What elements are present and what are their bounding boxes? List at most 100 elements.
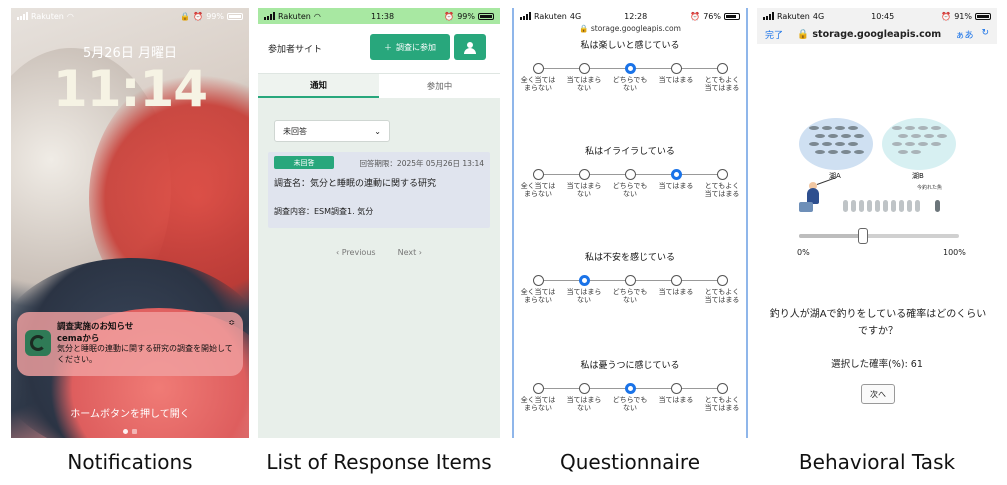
signal-icon bbox=[763, 12, 774, 20]
radio-button[interactable] bbox=[578, 275, 590, 286]
fish-icon bbox=[854, 150, 864, 154]
fish-icon bbox=[911, 134, 921, 138]
notification-card[interactable]: 調査実施のお知らせ cemaから 気分と睡眠の連動に関する研究の調査を開始してく… bbox=[17, 312, 243, 376]
option-label: 当てはまら ない bbox=[564, 288, 604, 304]
status-badge: 未回答 bbox=[274, 156, 334, 169]
caption-questionnaire: Questionnaire bbox=[559, 450, 701, 474]
radio-button[interactable] bbox=[670, 383, 682, 394]
radio-button[interactable] bbox=[578, 383, 590, 394]
behavioral-task-screen: Rakuten 4G 10:45 ⏰ 91% 完了 🔒 storage.goog… bbox=[757, 8, 997, 438]
url-bar[interactable]: 🔒 storage.googleapis.com bbox=[514, 24, 746, 34]
radio-button[interactable] bbox=[670, 275, 682, 286]
battery-icon bbox=[227, 12, 243, 20]
likert-option[interactable]: 当てはまる bbox=[656, 275, 696, 296]
likert-option[interactable]: 当てはまる bbox=[656, 169, 696, 190]
join-survey-button[interactable]: ＋ 調査に参加 bbox=[370, 34, 450, 60]
fish-icon bbox=[854, 134, 864, 138]
next-button[interactable]: Next › bbox=[398, 248, 422, 257]
likert-option[interactable]: 当てはまら ない bbox=[564, 275, 604, 304]
radio-button[interactable] bbox=[624, 275, 636, 286]
option-label-line: 当てはまる bbox=[704, 404, 740, 412]
option-label-line: 当てはまる bbox=[704, 84, 740, 92]
text-size-button[interactable]: ぁあ bbox=[955, 28, 973, 41]
option-label: 当てはまる bbox=[656, 182, 696, 190]
fish-icon bbox=[835, 126, 845, 130]
user-icon-body bbox=[464, 48, 476, 54]
option-label: 当てはまる bbox=[656, 76, 696, 84]
option-label-line: 当てはまる bbox=[704, 190, 740, 198]
likert-option[interactable]: 当てはまる bbox=[656, 63, 696, 84]
likert-option[interactable]: とてもよく 当てはまる bbox=[702, 275, 742, 304]
likert-option[interactable]: どちらでも ない bbox=[610, 275, 650, 304]
tab-participating[interactable]: 参加中 bbox=[379, 74, 500, 98]
option-label-line: ない bbox=[577, 190, 591, 198]
radio-button[interactable] bbox=[532, 275, 544, 286]
radio-button[interactable] bbox=[716, 383, 728, 394]
option-label-line: 全く当ては bbox=[520, 182, 556, 190]
alarm-icon: ⏰ bbox=[690, 11, 701, 21]
radio-button[interactable] bbox=[578, 63, 590, 74]
option-label-line: 当てはまら bbox=[566, 288, 602, 296]
fish-icon bbox=[841, 150, 851, 154]
likert-option[interactable]: 全く当ては まらない bbox=[518, 169, 558, 198]
lock-time: 11:14 bbox=[52, 60, 208, 118]
radio-button[interactable] bbox=[624, 169, 636, 180]
radio-button[interactable] bbox=[716, 63, 728, 74]
likert-option[interactable]: 全く当ては まらない bbox=[518, 63, 558, 92]
url-bar[interactable]: 🔒 storage.googleapis.com bbox=[797, 29, 941, 40]
likert-option[interactable]: 当てはまる bbox=[656, 383, 696, 404]
survey-card[interactable]: 未回答 回答期限：2025年 05月26日 13:14 調査名：気分と睡眠の連動… bbox=[268, 152, 490, 228]
likert-option[interactable]: 全く当ては まらない bbox=[518, 275, 558, 304]
status-filter-select[interactable]: 未回答 ⌄ bbox=[274, 120, 390, 142]
likert-option[interactable]: どちらでも ない bbox=[610, 383, 650, 412]
status-bar: Rakuten 4G 10:45 ⏰ 91% bbox=[757, 8, 997, 24]
likert-scale: 全く当ては まらない 当てはまら ない どちらでも ない 当てはまる とてもよく 当てはまる bbox=[514, 63, 746, 103]
likert-option[interactable]: とてもよく 当てはまる bbox=[702, 169, 742, 198]
likert-option[interactable]: とてもよく 当てはまる bbox=[702, 63, 742, 92]
probability-slider[interactable] bbox=[799, 228, 959, 244]
radio-button[interactable] bbox=[716, 169, 728, 180]
network-label: 4G bbox=[569, 11, 582, 21]
likert-option[interactable]: とてもよく 当てはまる bbox=[702, 383, 742, 412]
reload-icon[interactable]: ↻ bbox=[981, 28, 989, 41]
fish-icon bbox=[931, 142, 941, 146]
option-label-line: ない bbox=[623, 404, 637, 412]
likert-option[interactable]: 当てはまら ない bbox=[564, 63, 604, 92]
lock-date: 5月26日 月曜日 bbox=[83, 46, 177, 61]
likert-option[interactable]: 全く当ては まらない bbox=[518, 383, 558, 412]
option-label-line: 当てはまら bbox=[566, 182, 602, 190]
tab-notifications[interactable]: 通知 bbox=[258, 74, 379, 98]
fish-icon bbox=[931, 126, 941, 130]
radio-button[interactable] bbox=[624, 383, 636, 394]
radio-button[interactable] bbox=[532, 63, 544, 74]
likert-option[interactable]: どちらでも ない bbox=[610, 63, 650, 92]
option-label-line: 当てはまる bbox=[658, 76, 694, 84]
user-button[interactable] bbox=[454, 34, 486, 60]
home-hint: ホームボタンを押して開く bbox=[70, 409, 190, 420]
question-item: 私は楽しいと感じている 全く当ては まらない 当てはまら ない どちらでも ない 当てはまると… bbox=[514, 38, 746, 103]
signal-icon bbox=[520, 12, 531, 20]
selected-probability: 選択した確率(%): 61 bbox=[831, 359, 923, 370]
likert-option[interactable]: 当てはまら ない bbox=[564, 383, 604, 412]
join-survey-label: 調査に参加 bbox=[396, 42, 436, 52]
radio-button[interactable] bbox=[532, 383, 544, 394]
radio-button[interactable] bbox=[532, 169, 544, 180]
previous-button[interactable]: ‹ Previous bbox=[336, 248, 376, 257]
option-label: とてもよく 当てはまる bbox=[702, 396, 742, 412]
radio-button[interactable] bbox=[670, 169, 682, 180]
fish-icon bbox=[905, 126, 915, 130]
option-label: どちらでも ない bbox=[610, 182, 650, 198]
radio-button[interactable] bbox=[624, 63, 636, 74]
site-title: 参加者サイト bbox=[268, 45, 323, 55]
next-button[interactable]: 次へ bbox=[861, 384, 895, 404]
likert-option[interactable]: どちらでも ない bbox=[610, 169, 650, 198]
likert-option[interactable]: 当てはまら ない bbox=[564, 169, 604, 198]
slider-thumb[interactable] bbox=[858, 228, 868, 244]
radio-button[interactable] bbox=[578, 169, 590, 180]
option-label: とてもよく 当てはまる bbox=[702, 288, 742, 304]
radio-button[interactable] bbox=[670, 63, 682, 74]
option-label-line: 全く当ては bbox=[520, 288, 556, 296]
carrier-label: Rakuten bbox=[777, 11, 810, 21]
radio-button[interactable] bbox=[716, 275, 728, 286]
done-button[interactable]: 完了 bbox=[765, 28, 783, 41]
